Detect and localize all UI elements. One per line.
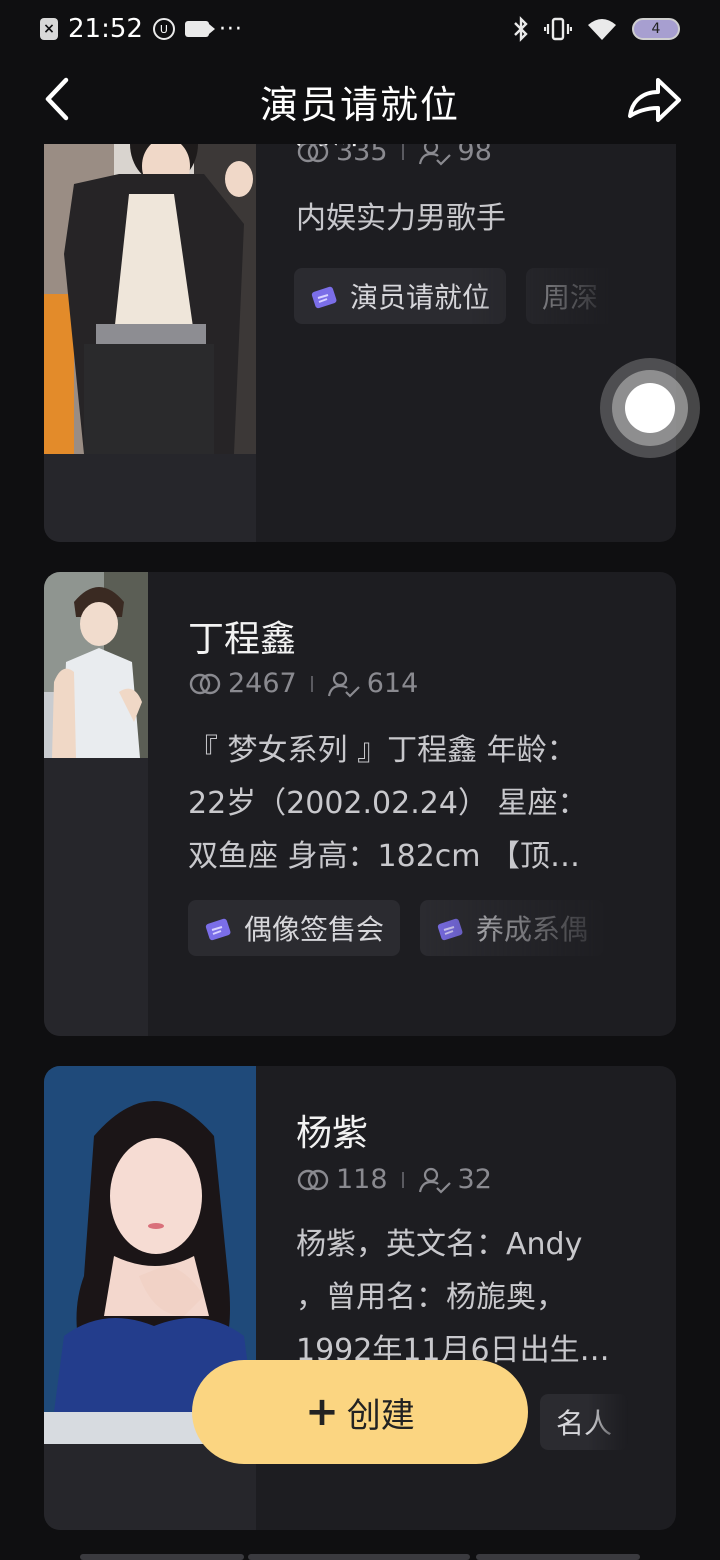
tag-chip[interactable]: 养成系偶 [420,900,605,956]
character-description: 杨紫，英文名：Andy ，曾用名：杨旎奥， 1992年11月6日出生… [296,1218,610,1377]
next-card-edge [80,1554,244,1560]
followers-stat: 32 [418,1164,492,1195]
tag-list: 名人 [540,1394,629,1450]
description-line: 『 梦女系列 』丁程鑫 年龄： [188,733,577,768]
notification-icon: × [40,18,58,40]
followers-stat: 614 [327,668,419,699]
character-name: 杨紫 [296,1113,369,1154]
next-card-edge [248,1554,470,1560]
character-name: 丁程鑫 [188,619,297,660]
app-notification-icon: U [152,18,175,40]
card-stats: 335 98 [296,144,492,167]
more-notifications-icon: ··· [218,16,243,42]
likes-count: 118 [336,1164,388,1195]
tag-chip[interactable]: 演员请就位 [294,268,507,324]
character-card[interactable]: 丁程鑫 2467 614 『 梦女系列 』丁程鑫 年龄： 22岁（2002.02… [44,572,676,1036]
create-button[interactable]: + 创建 [192,1360,528,1464]
video-icon [184,21,215,37]
followers-count: 98 [457,144,492,167]
rings-icon [189,673,221,694]
user-check-icon [327,671,360,698]
floating-ring [612,370,688,446]
stats-divider [401,144,404,160]
followers-count: 614 [366,668,419,699]
character-card[interactable]: 周深 335 98 内娱实力男歌手 演员请就位 周深 [44,144,676,542]
character-description: 内娱实力男歌手 [296,201,506,236]
description-line: 杨紫，英文名：Andy [296,1227,583,1262]
bluetooth-icon [514,16,528,42]
app-header: 演员请就位 [0,58,720,144]
create-button-label: 创建 [346,1395,415,1436]
followers-stat: 98 [418,144,492,167]
battery-indicator: 4 [632,18,680,40]
tag-label: 养成系偶 [476,913,589,946]
description-line: ，曾用名：杨旎奥， [296,1280,566,1315]
card-stats: 2467 614 [188,668,418,699]
share-button[interactable] [624,72,684,128]
wifi-icon [588,19,616,40]
likes-stat: 118 [296,1164,388,1195]
plus-icon: + [305,1389,339,1435]
tag-list: 演员请就位 周深 [294,268,616,324]
user-check-icon [418,144,451,166]
description-line: 双鱼座 身高：182cm 【顶… [188,839,581,874]
card-icon [437,918,463,941]
tag-label: 演员请就位 [350,281,491,314]
stats-divider [310,675,313,692]
page-title: 演员请就位 [259,82,460,127]
character-avatar [44,144,256,454]
card-icon [205,918,231,941]
user-check-icon [418,1167,451,1194]
status-bar: × 21:52 U ··· 4 [0,0,720,58]
description-line: 22岁（2002.02.24） 星座： [188,786,588,821]
rings-icon [297,1169,329,1190]
status-time: 21:52 [68,14,143,44]
character-description: 『 梦女系列 』丁程鑫 年龄： 22岁（2002.02.24） 星座： 双鱼座 … [188,724,587,883]
likes-stat: 335 [296,144,388,167]
likes-stat: 2467 [188,668,297,699]
character-avatar [44,572,148,758]
tag-label: 偶像签售会 [244,913,385,946]
tag-list: 偶像签售会 养成系偶 [188,900,618,956]
status-left: × 21:52 U ··· [40,14,243,44]
rings-icon [297,144,329,162]
card-icon [311,286,337,309]
floating-core [625,383,675,433]
likes-count: 2467 [228,668,297,699]
tag-chip[interactable]: 名人 [540,1394,629,1450]
back-button[interactable] [34,74,84,124]
tag-chip[interactable]: 周深 [526,268,615,324]
followers-count: 32 [457,1164,492,1195]
stats-divider [401,1171,404,1188]
character-list[interactable]: 周深 335 98 内娱实力男歌手 演员请就位 周深 [44,144,676,1560]
status-right: 4 [512,16,680,42]
tag-chip[interactable]: 偶像签售会 [188,900,401,956]
tag-label: 名人 [556,1407,613,1440]
likes-count: 335 [336,144,388,167]
floating-assistive-button[interactable] [600,358,700,458]
next-card-edge [476,1554,640,1560]
vibrate-icon [544,17,572,41]
tag-label: 周深 [542,281,599,314]
card-stats: 118 32 [296,1164,492,1195]
